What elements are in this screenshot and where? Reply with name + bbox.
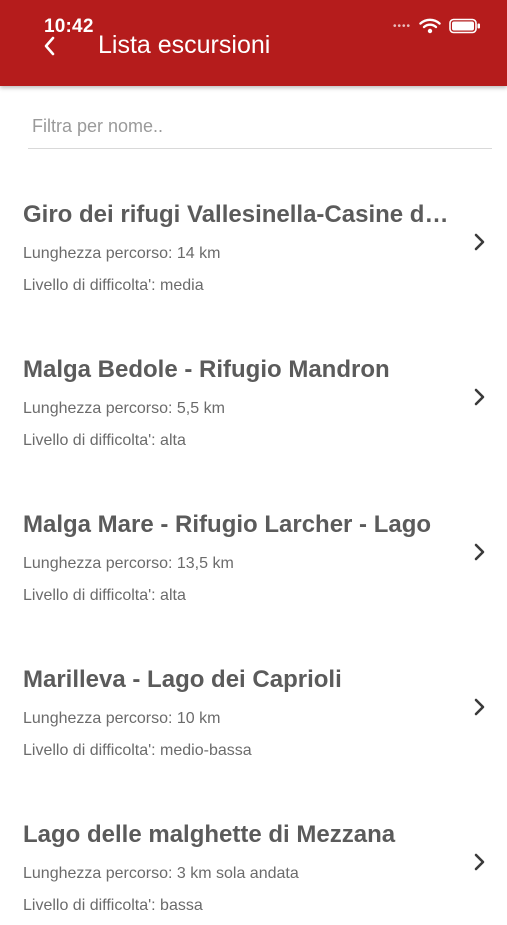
list-item[interactable]: Giro dei rifugi Vallesinella-Casine di V…: [0, 150, 507, 305]
list-item[interactable]: Marilleva - Lago dei Caprioli Lunghezza …: [0, 615, 507, 770]
chevron-right-icon: [474, 698, 485, 716]
chevron-left-icon: [44, 36, 55, 56]
excursion-difficulty: Livello di difficolta': alta: [23, 432, 186, 449]
back-button[interactable]: [36, 30, 62, 62]
excursion-difficulty: Livello di difficolta': media: [23, 277, 204, 294]
excursion-length: Lunghezza percorso: 13,5 km: [23, 555, 234, 572]
battery-icon: [449, 18, 480, 34]
search-field[interactable]: [28, 106, 492, 149]
chevron-right-icon: [474, 233, 485, 251]
excursion-length: Lunghezza percorso: 14 km: [23, 245, 221, 262]
excursion-difficulty: Livello di difficolta': bassa: [23, 897, 203, 914]
excursion-length: Lunghezza percorso: 3 km sola andata: [23, 865, 299, 882]
excursion-name: Malga Bedole - Rifugio Mandron: [23, 356, 390, 383]
chevron-right-icon: [474, 388, 485, 406]
excursion-length: Lunghezza percorso: 5,5 km: [23, 400, 225, 417]
excursion-difficulty: Livello di difficolta': alta: [23, 587, 186, 604]
excursion-length: Lunghezza percorso: 10 km: [23, 710, 221, 727]
excursion-name: Giro dei rifugi Vallesinella-Casine di V…: [23, 201, 455, 228]
excursion-name: Marilleva - Lago dei Caprioli: [23, 666, 342, 693]
list-item[interactable]: Malga Bedole - Rifugio Mandron Lunghezza…: [0, 305, 507, 460]
excursion-name: Lago delle malghette di Mezzana: [23, 821, 396, 848]
page-title: Lista escursioni: [98, 31, 271, 59]
excursion-name: Malga Mare - Rifugio Larcher - Lago: [23, 511, 432, 538]
wifi-icon: [419, 18, 441, 34]
app-header: 10:42 Lista escursioni ••••: [0, 0, 507, 86]
cellular-signal-icon: ••••: [392, 20, 411, 32]
excursion-difficulty: Livello di difficolta': medio-bassa: [23, 742, 252, 759]
status-indicators: ••••: [393, 18, 481, 34]
chevron-right-icon: [474, 543, 485, 561]
list-item[interactable]: Lago delle malghette di Mezzana Lunghezz…: [0, 770, 507, 925]
excursion-list: Giro dei rifugi Vallesinella-Casine di V…: [0, 150, 507, 925]
search-input[interactable]: [28, 106, 492, 146]
chevron-right-icon: [474, 853, 485, 871]
list-item[interactable]: Malga Mare - Rifugio Larcher - Lago Lung…: [0, 460, 507, 615]
